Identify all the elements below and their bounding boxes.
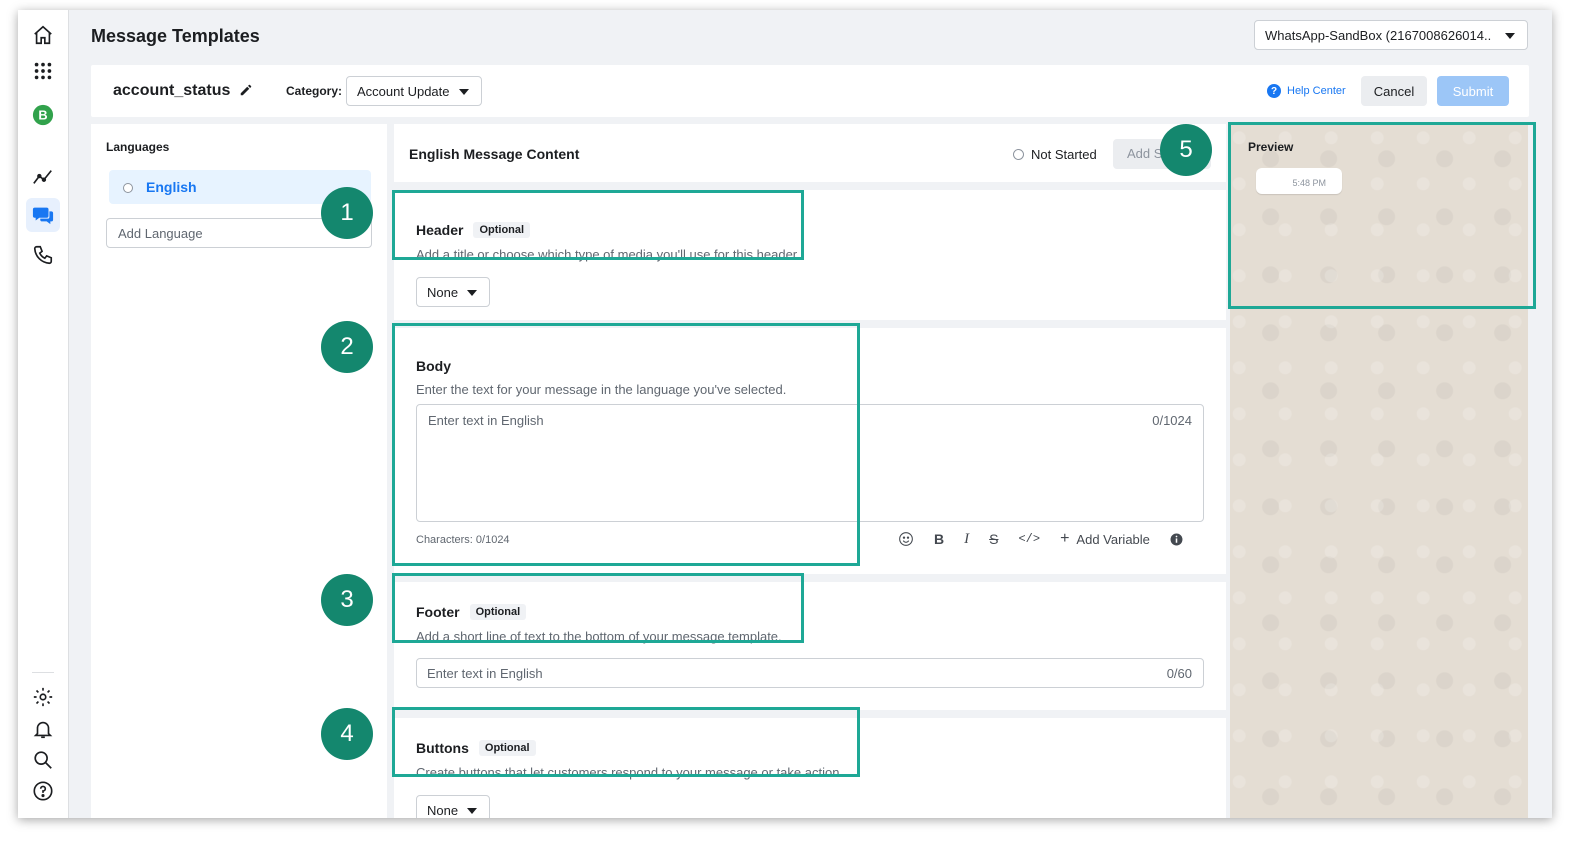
page-title: Message Templates [91,26,260,46]
category-label: Category: [286,84,343,98]
body-section: Body Enter the text for your message in … [394,328,1226,574]
body-section-title: Body [416,358,451,374]
buttons-type-value: None [427,803,459,818]
content-title: English Message Content [409,146,580,162]
account-selector[interactable]: WhatsApp-SandBox (2167008626014.. [1254,20,1528,50]
template-name: account_status [113,82,231,99]
help-center-link[interactable]: ? Help Center [1267,84,1346,98]
account-selector-label: WhatsApp-SandBox (2167008626014.. [1265,27,1492,43]
formatting-toolbar: B I S </> + Add Variable [898,530,1183,548]
emoji-icon[interactable] [898,531,914,547]
preview-time: 5:48 PM [1292,178,1326,188]
body-title: Body [416,358,451,374]
chevron-down-icon [459,89,469,95]
header-title: Header [416,222,464,238]
buttons-title: Buttons [416,740,469,756]
step-badge-4: 4 [321,708,373,760]
footer-placeholder: Enter text in English [427,666,543,681]
phone-icon[interactable] [30,242,56,268]
header-type-dropdown[interactable]: None [416,277,490,307]
buttons-description: Create buttons that let customers respon… [416,765,844,780]
footer-input[interactable]: Enter text in English 0/60 [416,658,1204,688]
svg-text:B: B [38,108,47,123]
business-badge-icon[interactable]: B [30,102,56,128]
info-icon[interactable] [1170,533,1183,546]
languages-title: Languages [106,140,170,154]
category-dropdown[interactable]: Account Update [346,76,482,106]
left-nav-rail: B [18,10,69,818]
header-type-value: None [427,285,459,300]
chevron-down-icon [1505,33,1515,39]
characters-count: Characters: 0/1024 [416,534,510,546]
header-section: Header Optional Add a title or choose wh… [394,190,1226,320]
chat-icon[interactable] [26,198,60,232]
italic-icon[interactable]: I [964,531,969,548]
code-icon[interactable]: </> [1018,532,1040,546]
preview-panel: Preview 5:48 PM [1230,124,1528,818]
step-badge-2: 2 [321,321,373,373]
header-section-title: Header Optional [416,222,531,238]
optional-badge: Optional [478,740,536,756]
body-placeholder: Enter text in English [428,413,544,428]
bold-icon[interactable]: B [934,531,944,547]
language-label: English [146,179,197,195]
submit-button[interactable]: Submit [1437,76,1509,106]
buttons-type-dropdown[interactable]: None [416,795,490,818]
cancel-button[interactable]: Cancel [1361,76,1427,106]
pencil-icon[interactable] [239,83,253,102]
template-toolbar: account_status Category: Account Update … [91,65,1529,117]
add-variable-label: Add Variable [1076,531,1150,547]
strikethrough-icon[interactable]: S [989,531,998,547]
help-center-label: Help Center [1287,85,1346,97]
rail-divider [32,672,54,673]
footer-counter: 0/60 [1166,666,1192,681]
body-counter: 0/1024 [1152,413,1192,428]
home-icon[interactable] [30,22,56,48]
category-value: Account Update [357,84,450,99]
step-badge-5: 5 [1160,124,1212,176]
status-radio-icon [123,183,133,193]
footer-section: Footer Optional Add a short line of text… [394,582,1226,710]
footer-section-title: Footer Optional [416,604,527,620]
top-bar: Message Templates WhatsApp-SandBox (2167… [68,10,1552,65]
preview-message-bubble: 5:48 PM [1256,168,1342,194]
help-icon[interactable] [30,778,56,804]
step-badge-1: 1 [321,187,373,239]
body-description: Enter the text for your message in the l… [416,382,787,397]
buttons-section: Buttons Optional Create buttons that let… [394,718,1226,818]
bell-icon[interactable] [30,716,56,742]
header-description: Add a title or choose which type of medi… [416,247,801,262]
apps-grid-icon[interactable] [30,58,56,84]
status-label: Not Started [1031,147,1097,162]
search-icon[interactable] [30,747,56,773]
footer-description: Add a short line of text to the bottom o… [416,629,782,644]
plus-icon: + [1060,530,1070,547]
preview-title: Preview [1248,140,1294,154]
content-header: English Message Content Not Started Add … [394,124,1226,182]
message-content: English Message Content Not Started Add … [394,124,1226,818]
analytics-icon[interactable] [30,164,56,190]
settings-icon[interactable] [30,684,56,710]
add-language-placeholder: Add Language [118,226,203,241]
add-variable-button[interactable]: + Add Variable [1060,530,1150,548]
app-window: B Message Templates WhatsApp-SandBox (21… [18,10,1552,818]
question-icon: ? [1267,84,1281,98]
body-textarea[interactable]: Enter text in English 0/1024 [416,404,1204,522]
status-radio-icon [1013,149,1024,160]
optional-badge: Optional [469,604,527,620]
optional-badge: Optional [473,222,531,238]
footer-title: Footer [416,604,460,620]
chevron-down-icon [467,290,477,296]
buttons-section-title: Buttons Optional [416,740,536,756]
status-indicator: Not Started [1013,147,1097,162]
step-badge-3: 3 [321,574,373,626]
chevron-down-icon [467,808,477,814]
